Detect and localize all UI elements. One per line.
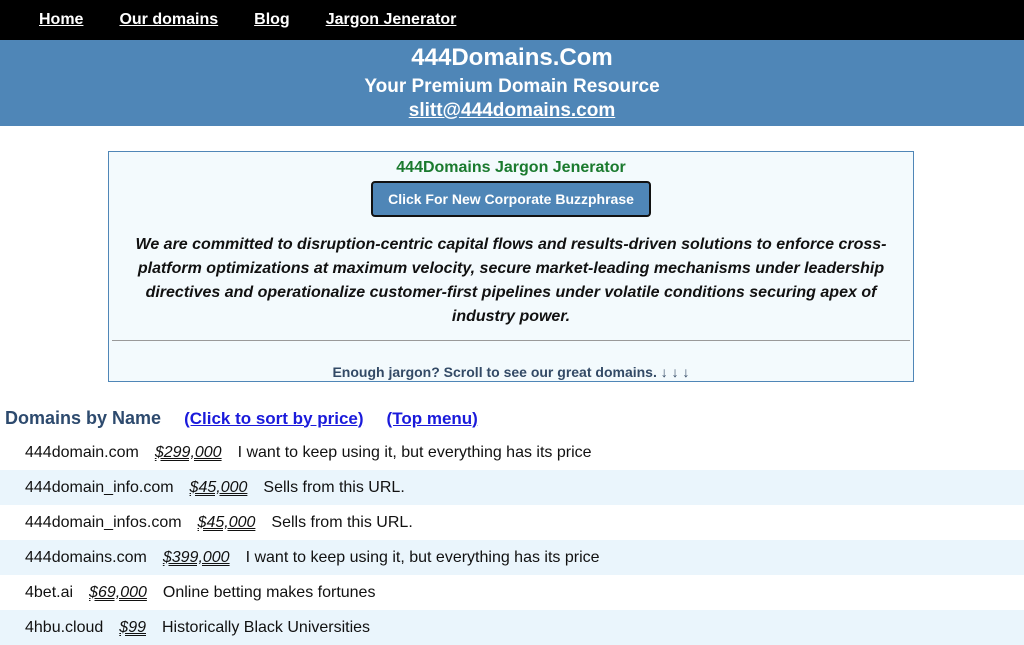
domain-description: Online betting makes fortunes <box>162 583 376 601</box>
list-item: 4hbu.cloud $99 Historically Black Univer… <box>0 610 1024 645</box>
nav-jargon-jenerator-link[interactable]: Jargon Jenerator <box>326 11 457 29</box>
list-item: 444domain.com $299,000 I want to keep us… <box>0 435 1024 470</box>
domain-description: I want to keep using it, but everything … <box>245 548 600 566</box>
domain-list: 444domain.com $299,000 I want to keep us… <box>0 435 1024 645</box>
site-banner: 444Domains.Com Your Premium Domain Resou… <box>0 40 1024 126</box>
contact-email-link[interactable]: slitt@444domains.com <box>409 100 615 121</box>
new-buzzphrase-button[interactable]: Click For New Corporate Buzzphrase <box>371 181 651 217</box>
jargon-jenerator-panel: 444Domains Jargon Jenerator Click For Ne… <box>108 151 914 382</box>
top-nav: Home Our domains Blog Jargon Jenerator <box>0 0 1024 40</box>
domain-price-link[interactable]: $69,000 <box>89 584 147 602</box>
top-menu-link[interactable]: (Top menu) <box>387 409 478 429</box>
domain-description: Historically Black Universities <box>162 618 371 636</box>
domain-price-link[interactable]: $45,000 <box>198 514 256 532</box>
jargon-divider <box>112 340 910 341</box>
scroll-hint: Enough jargon? Scroll to see our great d… <box>332 364 690 380</box>
site-tagline: Your Premium Domain Resource <box>364 76 660 97</box>
domain-price-link[interactable]: $99 <box>119 619 146 637</box>
domain-price-link[interactable]: $299,000 <box>155 444 222 462</box>
list-item: 444domains.com $399,000 I want to keep u… <box>0 540 1024 575</box>
domain-price-link[interactable]: $399,000 <box>163 549 230 567</box>
domain-description: Sells from this URL. <box>271 513 413 531</box>
list-item: 4bet.ai $69,000 Online betting makes for… <box>0 575 1024 610</box>
buzzphrase-text: We are committed to disruption-centric c… <box>135 236 887 325</box>
domain-description: I want to keep using it, but everything … <box>237 443 592 461</box>
nav-blog-link[interactable]: Blog <box>254 11 290 29</box>
domain-price-link[interactable]: $45,000 <box>190 479 248 497</box>
domain-description: Sells from this URL. <box>263 478 405 496</box>
site-title: 444Domains.Com <box>411 44 613 71</box>
domain-name: 444domain_info.com <box>25 478 174 496</box>
domain-name: 444domain_infos.com <box>25 513 182 531</box>
sort-by-price-link[interactable]: (Click to sort by price) <box>184 409 363 429</box>
domain-name: 4bet.ai <box>25 583 74 601</box>
jargon-title: 444Domains Jargon Jenerator <box>396 159 626 176</box>
domains-heading-label: Domains by Name <box>5 408 162 428</box>
domain-name: 444domains.com <box>25 548 147 566</box>
domains-section-heading: Domains by Name (Click to sort by price)… <box>5 408 501 429</box>
nav-home-link[interactable]: Home <box>39 11 83 29</box>
domain-name: 4hbu.cloud <box>25 618 104 636</box>
domain-name: 444domain.com <box>25 443 139 461</box>
nav-our-domains-link[interactable]: Our domains <box>119 11 218 29</box>
list-item: 444domain_infos.com $45,000 Sells from t… <box>0 505 1024 540</box>
list-item: 444domain_info.com $45,000 Sells from th… <box>0 470 1024 505</box>
